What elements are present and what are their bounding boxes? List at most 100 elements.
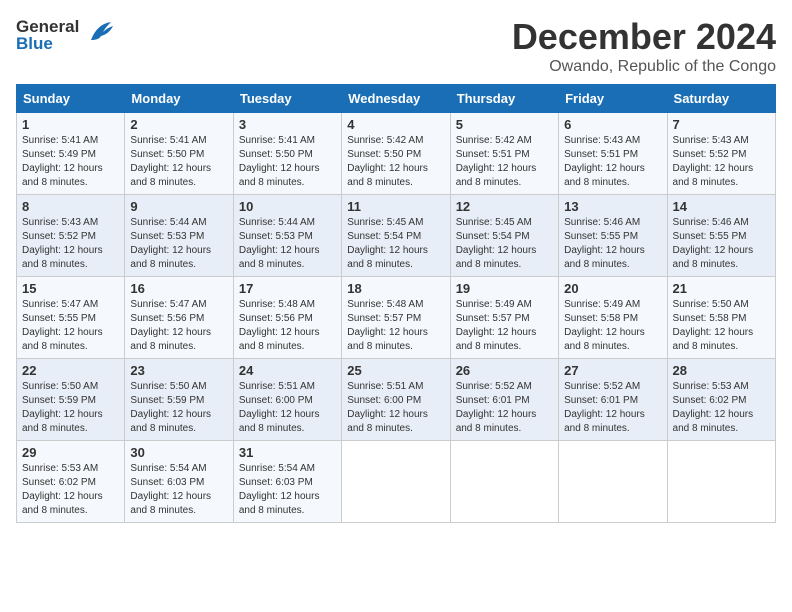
calendar-cell: 16 Sunrise: 5:47 AMSunset: 5:56 PMDayligh…: [125, 277, 233, 359]
logo: General Blue: [16, 16, 115, 53]
calendar-cell: 26 Sunrise: 5:52 AMSunset: 6:01 PMDayligh…: [450, 359, 558, 441]
calendar-cell: 13 Sunrise: 5:46 AMSunset: 5:55 PMDayligh…: [559, 195, 667, 277]
day-number: 18: [347, 281, 444, 296]
calendar-week-row: 1Sunrise: 5:41 AMSunset: 5:49 PMDaylight…: [17, 113, 776, 195]
day-number: 14: [673, 199, 770, 214]
calendar-week-row: 15Sunrise: 5:47 AMSunset: 5:55 PMDayligh…: [17, 277, 776, 359]
calendar-cell: 10 Sunrise: 5:44 AMSunset: 5:53 PMDayligh…: [233, 195, 341, 277]
day-info: Sunrise: 5:48 AMSunset: 5:56 PMDaylight:…: [239, 298, 336, 354]
day-number: 27: [564, 363, 661, 378]
day-info: Sunrise: 5:44 AMSunset: 5:53 PMDaylight:…: [239, 216, 336, 272]
calendar-cell: 29 Sunrise: 5:53 AMSunset: 6:02 PMDayligh…: [17, 441, 125, 523]
calendar-cell: 30Sunrise: 5:54 AMSunset: 6:03 PMDayligh…: [125, 441, 233, 523]
day-number: 19: [456, 281, 553, 296]
day-info: Sunrise: 5:47 AMSunset: 5:56 PMDaylight:…: [130, 298, 227, 354]
day-info: Sunrise: 5:41 AMSunset: 5:50 PMDaylight:…: [130, 134, 227, 190]
day-number: 20: [564, 281, 661, 296]
day-number: 2: [130, 117, 227, 132]
day-number: 13: [564, 199, 661, 214]
calendar-cell: 15Sunrise: 5:47 AMSunset: 5:55 PMDayligh…: [17, 277, 125, 359]
calendar-cell: 2 Sunrise: 5:41 AMSunset: 5:50 PMDaylight…: [125, 113, 233, 195]
day-number: 9: [130, 199, 227, 214]
day-info: Sunrise: 5:46 AMSunset: 5:55 PMDaylight:…: [564, 216, 661, 272]
day-number: 28: [673, 363, 770, 378]
day-info: Sunrise: 5:49 AMSunset: 5:57 PMDaylight:…: [456, 298, 553, 354]
day-info: Sunrise: 5:51 AMSunset: 6:00 PMDaylight:…: [239, 380, 336, 436]
calendar-cell: [559, 441, 667, 523]
day-number: 12: [456, 199, 553, 214]
day-number: 4: [347, 117, 444, 132]
header-thursday: Thursday: [450, 85, 558, 113]
calendar-cell: 21 Sunrise: 5:50 AMSunset: 5:58 PMDayligh…: [667, 277, 775, 359]
day-number: 21: [673, 281, 770, 296]
day-info: Sunrise: 5:50 AMSunset: 5:59 PMDaylight:…: [22, 380, 119, 436]
day-number: 25: [347, 363, 444, 378]
calendar-cell: 20Sunrise: 5:49 AMSunset: 5:58 PMDayligh…: [559, 277, 667, 359]
day-number: 3: [239, 117, 336, 132]
header-friday: Friday: [559, 85, 667, 113]
calendar-cell: 25 Sunrise: 5:51 AMSunset: 6:00 PMDayligh…: [342, 359, 450, 441]
header-monday: Monday: [125, 85, 233, 113]
day-info: Sunrise: 5:48 AMSunset: 5:57 PMDaylight:…: [347, 298, 444, 354]
logo-bird-icon: [83, 16, 115, 53]
calendar-cell: 28 Sunrise: 5:53 AMSunset: 6:02 PMDayligh…: [667, 359, 775, 441]
day-number: 24: [239, 363, 336, 378]
calendar-week-row: 29 Sunrise: 5:53 AMSunset: 6:02 PMDayligh…: [17, 441, 776, 523]
title-block: December 2024 Owando, Republic of the Co…: [512, 16, 776, 76]
day-info: Sunrise: 5:53 AMSunset: 6:02 PMDaylight:…: [22, 462, 119, 518]
calendar-cell: 14 Sunrise: 5:46 AMSunset: 5:55 PMDayligh…: [667, 195, 775, 277]
calendar-cell: 18 Sunrise: 5:48 AMSunset: 5:57 PMDayligh…: [342, 277, 450, 359]
day-info: Sunrise: 5:51 AMSunset: 6:00 PMDaylight:…: [347, 380, 444, 436]
calendar-cell: 6 Sunrise: 5:43 AMSunset: 5:51 PMDaylight…: [559, 113, 667, 195]
header-tuesday: Tuesday: [233, 85, 341, 113]
header-saturday: Saturday: [667, 85, 775, 113]
day-number: 5: [456, 117, 553, 132]
day-info: Sunrise: 5:42 AMSunset: 5:51 PMDaylight:…: [456, 134, 553, 190]
logo-general: General: [16, 18, 79, 35]
day-info: Sunrise: 5:43 AMSunset: 5:52 PMDaylight:…: [22, 216, 119, 272]
calendar-table: SundayMondayTuesdayWednesdayThursdayFrid…: [16, 84, 776, 523]
day-info: Sunrise: 5:53 AMSunset: 6:02 PMDaylight:…: [673, 380, 770, 436]
day-number: 30: [130, 445, 227, 460]
day-number: 16: [130, 281, 227, 296]
day-number: 26: [456, 363, 553, 378]
day-info: Sunrise: 5:45 AMSunset: 5:54 PMDaylight:…: [347, 216, 444, 272]
calendar-week-row: 22Sunrise: 5:50 AMSunset: 5:59 PMDayligh…: [17, 359, 776, 441]
calendar-cell: 22Sunrise: 5:50 AMSunset: 5:59 PMDayligh…: [17, 359, 125, 441]
calendar-cell: 17 Sunrise: 5:48 AMSunset: 5:56 PMDayligh…: [233, 277, 341, 359]
day-number: 7: [673, 117, 770, 132]
day-info: Sunrise: 5:50 AMSunset: 5:59 PMDaylight:…: [130, 380, 227, 436]
calendar-cell: [450, 441, 558, 523]
page-header: General Blue December 2024 Owando, Repub…: [16, 16, 776, 76]
day-number: 6: [564, 117, 661, 132]
day-info: Sunrise: 5:47 AMSunset: 5:55 PMDaylight:…: [22, 298, 119, 354]
calendar-cell: 8 Sunrise: 5:43 AMSunset: 5:52 PMDaylight…: [17, 195, 125, 277]
day-number: 8: [22, 199, 119, 214]
day-number: 11: [347, 199, 444, 214]
day-info: Sunrise: 5:43 AMSunset: 5:52 PMDaylight:…: [673, 134, 770, 190]
header-wednesday: Wednesday: [342, 85, 450, 113]
day-number: 17: [239, 281, 336, 296]
calendar-cell: 7 Sunrise: 5:43 AMSunset: 5:52 PMDaylight…: [667, 113, 775, 195]
day-number: 29: [22, 445, 119, 460]
day-number: 1: [22, 117, 119, 132]
day-info: Sunrise: 5:42 AMSunset: 5:50 PMDaylight:…: [347, 134, 444, 190]
calendar-cell: 9Sunrise: 5:44 AMSunset: 5:53 PMDaylight…: [125, 195, 233, 277]
day-info: Sunrise: 5:45 AMSunset: 5:54 PMDaylight:…: [456, 216, 553, 272]
calendar-cell: 24 Sunrise: 5:51 AMSunset: 6:00 PMDayligh…: [233, 359, 341, 441]
calendar-cell: 11 Sunrise: 5:45 AMSunset: 5:54 PMDayligh…: [342, 195, 450, 277]
calendar-cell: 5 Sunrise: 5:42 AMSunset: 5:51 PMDaylight…: [450, 113, 558, 195]
header-sunday: Sunday: [17, 85, 125, 113]
calendar-header-row: SundayMondayTuesdayWednesdayThursdayFrid…: [17, 85, 776, 113]
calendar-cell: 19 Sunrise: 5:49 AMSunset: 5:57 PMDayligh…: [450, 277, 558, 359]
day-number: 23: [130, 363, 227, 378]
day-info: Sunrise: 5:50 AMSunset: 5:58 PMDaylight:…: [673, 298, 770, 354]
day-number: 31: [239, 445, 336, 460]
day-info: Sunrise: 5:52 AMSunset: 6:01 PMDaylight:…: [456, 380, 553, 436]
day-info: Sunrise: 5:43 AMSunset: 5:51 PMDaylight:…: [564, 134, 661, 190]
day-info: Sunrise: 5:46 AMSunset: 5:55 PMDaylight:…: [673, 216, 770, 272]
day-number: 10: [239, 199, 336, 214]
calendar-cell: 4 Sunrise: 5:42 AMSunset: 5:50 PMDaylight…: [342, 113, 450, 195]
day-info: Sunrise: 5:52 AMSunset: 6:01 PMDaylight:…: [564, 380, 661, 436]
location-subtitle: Owando, Republic of the Congo: [512, 58, 776, 76]
